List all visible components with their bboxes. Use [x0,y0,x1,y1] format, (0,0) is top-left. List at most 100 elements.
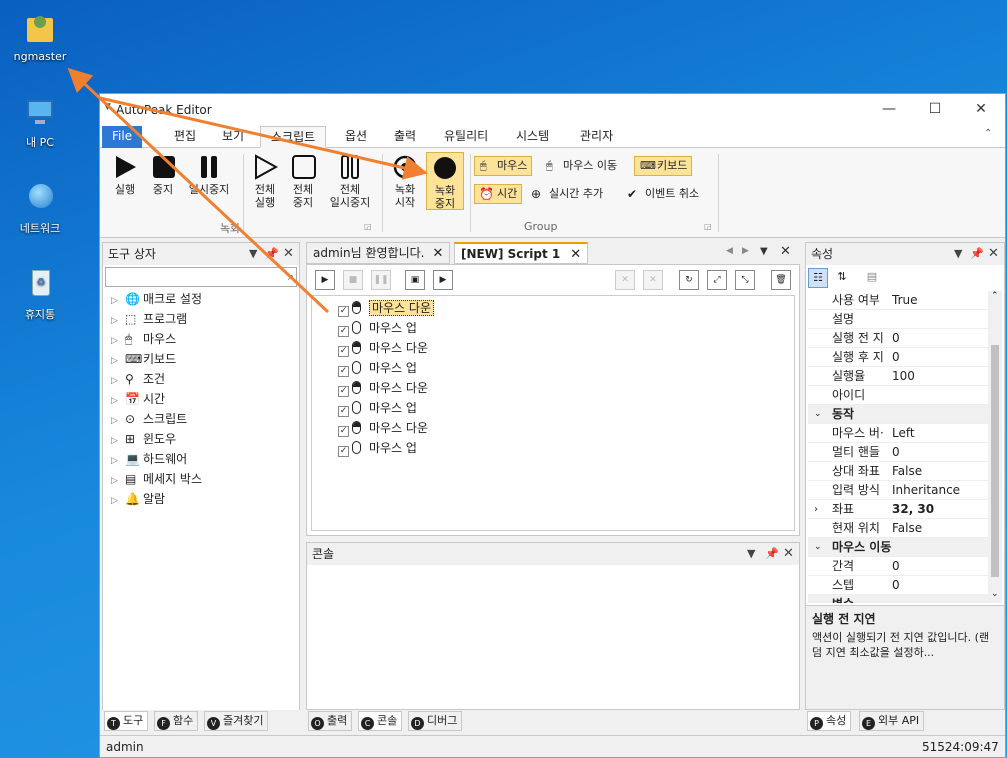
tab-file[interactable]: File [102,126,143,148]
tree-item-message-box[interactable]: ▷ ▤ 메세지 박스 [111,469,202,489]
list-item[interactable]: ✓ 마우스 업 [338,438,417,458]
collapse-button[interactable]: ⤡ [735,270,755,290]
property-category[interactable]: ⌄ 동작 [808,405,988,424]
chip-event-cancel[interactable]: ✔ 이벤트 취소 [622,184,704,204]
tab-console[interactable]: C 콘솔 [358,711,403,731]
chip-mouse-move[interactable]: 🖱 마우스 이동 [540,156,622,176]
close-icon[interactable]: ✕ [432,246,443,261]
property-scrollbar[interactable]: ⌃ ⌄ [988,291,1002,603]
tab-properties[interactable]: P 속성 [807,711,852,731]
collapse-ribbon-icon[interactable]: ⌃ [984,128,992,139]
chevron-down-icon[interactable]: ⌄ [814,595,822,603]
stop-button[interactable]: ■ [343,270,363,290]
close-icon[interactable]: ✕ [988,243,999,265]
property-row[interactable]: 실행 후 지 0 [808,348,988,367]
tab-system[interactable]: 시스템 [506,126,559,148]
tree-item-hardware[interactable]: ▷ 💻 하드웨어 [111,449,187,469]
play-button[interactable]: ▶ [315,270,335,290]
minimize-button[interactable]: — [866,94,912,124]
tab-options[interactable]: 옵션 [335,126,377,148]
list-item[interactable]: ✓ 마우스 업 [338,398,417,418]
desktop-icon-ngmaster[interactable]: ngmaster [0,12,80,63]
chip-realtime-add[interactable]: ⊕ 실시간 추가 [526,184,608,204]
chip-time[interactable]: ⏰ 시간 [474,184,523,204]
tab-output[interactable]: 출력 [384,126,426,148]
checkbox[interactable]: ✓ [338,406,349,417]
property-row[interactable]: › 좌표 32, 30 [808,500,988,519]
record-stop-button[interactable]: 녹화 중지 [426,152,464,210]
sort-alpha-icon[interactable]: ⇅ [832,268,852,288]
chevron-down-icon[interactable]: ⌄ [814,405,822,424]
maximize-button[interactable]: ☐ [912,94,958,124]
record-start-button[interactable]: 녹화 시작 [388,154,422,209]
list-item[interactable]: ✓ 마우스 다운 [338,378,428,398]
pin-icon[interactable]: 📌 [970,243,984,265]
desktop-icon-recycle-bin[interactable]: ♻ 휴지통 [0,268,80,322]
tree-item-window[interactable]: ▷ ⊞ 윈도우 [111,429,176,449]
desktop-icon-my-pc[interactable]: 내 PC [0,96,80,150]
tab-external-api[interactable]: E 외부 API [859,711,925,731]
stop-button[interactable]: 중지 [146,154,180,196]
tab-admin[interactable]: 관리자 [570,126,623,148]
tab-tools[interactable]: T 도구 [104,711,149,731]
checkbox[interactable]: ✓ [338,366,349,377]
tree-item-condition[interactable]: ▷ ⚲ 조건 [111,369,165,389]
tab-utility[interactable]: 유틸리티 [434,126,498,148]
tree-item-keyboard[interactable]: ▷ ⌨키보드 [111,349,176,369]
tab-script[interactable]: 스크립트 [260,126,327,148]
scroll-left-icon[interactable]: ◀ [726,246,733,256]
disable-button[interactable]: ✕ [615,270,635,290]
system-menu-icon[interactable]: ▼ [104,102,111,112]
step-button[interactable]: ▣ [405,270,425,290]
pause-all-button[interactable]: 전체 일시중지 [324,154,376,209]
toolbox-search-input[interactable]: ⌕ [105,267,297,287]
tab-script-1[interactable]: [NEW] Script 1 ✕ [454,242,589,264]
checkbox[interactable]: ✓ [338,326,349,337]
tab-view[interactable]: 보기 [212,126,254,148]
close-icon[interactable]: ✕ [780,244,791,259]
property-row[interactable]: 실행 전 지 0 [808,329,988,348]
property-row[interactable]: 설명 [808,310,988,329]
scroll-up-icon[interactable]: ⌃ [991,291,999,301]
property-row[interactable]: 간격 0 [808,557,988,576]
tree-item-time[interactable]: ▷ 📅 시간 [111,389,165,409]
chevron-right-icon[interactable]: › [814,500,818,519]
tab-debug[interactable]: D 디버그 [408,711,463,731]
pin-icon[interactable]: 📌 [765,543,779,565]
property-row[interactable]: 멀티 핸들 0 [808,443,988,462]
tree-item-macro-settings[interactable]: ▷ 🌐 매크로 설정 [111,289,202,309]
property-row[interactable]: 입력 방식 Inheritance [808,481,988,500]
scroll-down-icon[interactable]: ⌄ [991,589,999,599]
property-row[interactable]: 사용 여부 True [808,291,988,310]
pause-button[interactable]: 일시중지 [184,154,234,196]
close-icon[interactable]: ✕ [283,243,294,265]
property-pages-icon[interactable]: ▤ [862,268,882,288]
tree-item-alarm[interactable]: ▷ 🔔 알람 [111,489,165,509]
list-item[interactable]: ✓ 마우스 업 [338,318,417,338]
tree-item-program[interactable]: ▷ ⬚ 프로그램 [111,309,187,329]
group-expand-icon[interactable]: ◲ [704,222,712,231]
close-icon[interactable]: ✕ [570,247,581,262]
tab-output[interactable]: O 출력 [308,711,353,731]
close-button[interactable]: ✕ [958,94,1004,124]
tree-item-mouse[interactable]: ▷ 🖱 마우스 [111,329,176,349]
group-expand-icon[interactable]: ◲ [364,222,372,231]
checkbox[interactable]: ✓ [338,346,349,357]
run-all-button[interactable]: 전체 실행 [248,154,282,209]
refresh-button[interactable]: ↻ [679,270,699,290]
search-icon[interactable]: ⌕ [288,270,294,284]
pin-icon[interactable]: 📌 [265,243,279,265]
dropdown-icon[interactable]: ▼ [954,243,962,265]
property-category[interactable]: ⌄ 변수 [808,595,988,603]
desktop-icon-network[interactable]: 네트워크 [0,182,80,236]
dropdown-icon[interactable]: ▼ [249,243,257,265]
list-item[interactable]: ✓ 마우스 다운 [338,418,428,438]
list-item[interactable]: ✓ 마우스 다운 [338,338,428,358]
chevron-down-icon[interactable]: ⌄ [814,538,822,557]
checkbox[interactable]: ✓ [338,386,349,397]
property-category[interactable]: ⌄ 마우스 이동 [808,538,988,557]
tab-edit[interactable]: 편집 [164,126,206,148]
list-item[interactable]: ✓ 마우스 다운 [338,298,435,318]
chip-keyboard[interactable]: ⌨ 키보드 [634,156,693,176]
scrollbar-thumb[interactable] [991,345,999,577]
